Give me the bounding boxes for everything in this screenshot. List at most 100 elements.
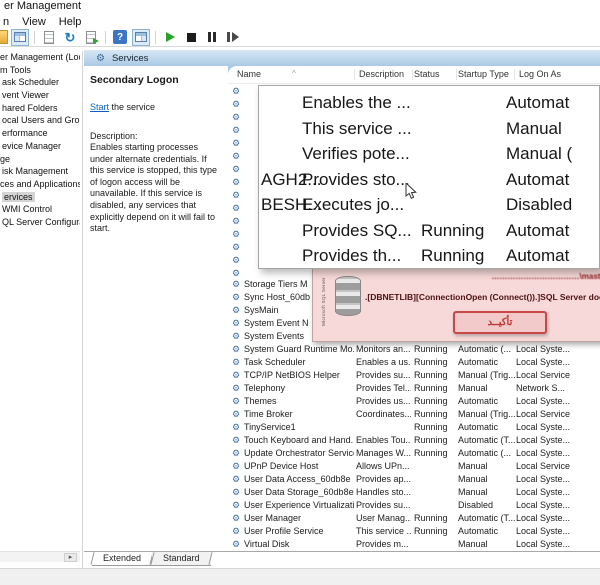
tree-item[interactable]: isk Management: [0, 165, 80, 178]
tree-item[interactable]: WMI Control: [0, 203, 80, 216]
service-gear-icon: ⚙: [232, 383, 241, 393]
tree-item[interactable]: ask Scheduler: [0, 76, 80, 89]
service-description-cell: Provides su...: [356, 370, 411, 380]
menu-item[interactable]: n: [3, 16, 9, 28]
confirm-button[interactable]: تأكيــد: [453, 311, 547, 334]
service-status-cell: Running: [414, 448, 448, 458]
tree-item[interactable]: erformance: [0, 127, 80, 140]
service-startup-cell: Automatic: [458, 422, 499, 432]
status-bar: [0, 568, 600, 585]
pane-splitter[interactable]: [82, 51, 83, 568]
column-header-startup-type[interactable]: Startup Type: [458, 69, 509, 79]
service-gear-icon: ⚙: [232, 474, 241, 484]
refresh-button[interactable]: ↻: [61, 29, 79, 46]
service-description-cell: Coordinates...: [356, 409, 411, 419]
service-logon-cell: Local Syste...: [516, 513, 571, 523]
service-row[interactable]: ⚙ Task Scheduler Enables a us... Running…: [228, 356, 600, 369]
service-gear-icon: ⚙: [232, 86, 241, 96]
menu-item[interactable]: Help: [59, 16, 82, 28]
service-row[interactable]: ⚙ User Experience Virtualizati... Provid…: [228, 499, 600, 512]
service-row[interactable]: ⚙ Time Broker Coordinates... Running Man…: [228, 408, 600, 421]
service-logon-cell: Local Syste...: [516, 487, 571, 497]
magnified-service-row: Provides th... Running Automat: [259, 243, 599, 268]
service-row[interactable]: ⚙ Themes Provides us... Running Automati…: [228, 395, 600, 408]
service-gear-icon: ⚙: [232, 177, 241, 187]
service-row[interactable]: ⚙ UPnP Device Host Allows UPn... Manual …: [228, 460, 600, 473]
service-name-cell: TinyService1: [244, 422, 296, 432]
service-row[interactable]: ⚙ User Data Storage_60db8e Handles sto..…: [228, 486, 600, 499]
service-row[interactable]: ⚙ Touch Keyboard and Hand... Enables Tou…: [228, 434, 600, 447]
tree-horizontal-scrollbar[interactable]: ▸: [0, 551, 80, 562]
tree-item[interactable]: hared Folders: [0, 102, 80, 115]
connection-string-text: ……………………………\master: [491, 272, 600, 281]
service-name-cell: Touch Keyboard and Hand...: [244, 435, 354, 445]
refresh-icon: ↻: [64, 29, 76, 45]
tree-item[interactable]: ge: [0, 153, 80, 166]
service-name-cell: User Data Access_60db8e: [244, 474, 351, 484]
console-tree: er Management (Localm Toolsask Scheduler…: [0, 51, 80, 551]
service-gear-icon: ⚙: [232, 203, 241, 213]
action-line-rest: the service: [109, 102, 156, 112]
service-row[interactable]: ⚙ System Guard Runtime Mo... Monitors an…: [228, 343, 600, 356]
tree-item[interactable]: QL Server Configuratio: [0, 216, 80, 229]
service-row[interactable]: ⚙ Virtual Disk Provides m... Manual Loca…: [228, 538, 600, 551]
column-header-log-on-as[interactable]: Log On As: [519, 69, 561, 79]
service-name-cell: Virtual Disk: [244, 539, 290, 549]
service-row[interactable]: ⚙ Update Orchestrator Service Manages W.…: [228, 447, 600, 460]
service-name-cell: Themes: [244, 396, 277, 406]
show-action-pane-button[interactable]: [132, 28, 150, 46]
selected-service-name: Secondary Logon: [90, 74, 179, 86]
magnified-description: Enables the ...: [302, 93, 411, 112]
service-row[interactable]: ⚙ TinyService1 Running Automatic Local S…: [228, 421, 600, 434]
scroll-right-button[interactable]: ▸: [64, 553, 77, 562]
service-description-cell: Enables a us...: [356, 357, 411, 367]
caption-title: Services: [111, 52, 149, 64]
pause-service-button[interactable]: [203, 29, 221, 46]
service-gear-icon: ⚙: [232, 216, 241, 226]
service-row[interactable]: ⚙ User Data Access_60db8e Provides ap...…: [228, 473, 600, 486]
description-label: Description:: [90, 131, 138, 141]
show-console-tree-button[interactable]: [11, 28, 29, 46]
service-status-cell: Running: [414, 396, 448, 406]
service-name-cell: Telephony: [244, 383, 286, 393]
action-pane-icon: [135, 32, 147, 42]
tree-item[interactable]: ocal Users and Groups: [0, 114, 80, 127]
service-name-cell: UPnP Device Host: [244, 461, 319, 471]
column-header-description[interactable]: Description: [359, 69, 404, 79]
export-list-button[interactable]: [40, 29, 58, 46]
tree-item[interactable]: ervices: [0, 191, 80, 204]
column-header-status[interactable]: Status: [414, 69, 440, 79]
magnified-description: Provides sto...: [302, 169, 410, 189]
restart-icon: [227, 32, 239, 42]
start-service-link[interactable]: Start: [90, 102, 109, 112]
column-header-name[interactable]: Name: [237, 69, 261, 79]
service-logon-cell: Local Syste...: [516, 500, 571, 510]
tree-item[interactable]: evice Manager: [0, 140, 80, 153]
service-startup-cell: Automatic: [458, 357, 499, 367]
service-row[interactable]: ⚙ User Profile Service This service ... …: [228, 525, 600, 538]
magnified-service-row: AGH2... Provides sto... Automat: [259, 167, 599, 193]
service-gear-icon: ⚙: [232, 255, 241, 265]
magnified-service-row: Enables the ... Automat: [259, 90, 599, 116]
service-row[interactable]: ⚙ TCP/IP NetBIOS Helper Provides su... R…: [228, 369, 600, 382]
view-tab[interactable]: Standard: [152, 552, 211, 566]
service-row[interactable]: ⚙ Telephony Provides Tel... Running Manu…: [228, 382, 600, 395]
tree-item[interactable]: ces and Applications: [0, 178, 80, 191]
view-tabs: Extended Standard: [84, 551, 600, 568]
tree-item[interactable]: vent Viewer: [0, 89, 80, 102]
help-icon: ?: [113, 30, 127, 44]
tree-item[interactable]: er Management (Local: [0, 51, 80, 64]
tree-item[interactable]: m Tools: [0, 64, 80, 77]
service-gear-icon: ⚙: [232, 448, 241, 458]
view-tab[interactable]: Extended: [92, 552, 153, 566]
export-button[interactable]: [82, 29, 100, 46]
help-button[interactable]: ?: [111, 29, 129, 46]
stop-service-button[interactable]: [182, 29, 200, 46]
service-gear-icon: ⚙: [232, 318, 241, 328]
start-service-button[interactable]: [161, 29, 179, 46]
service-action-line: Start the service: [90, 102, 222, 112]
magnified-startup: Automat: [506, 246, 570, 265]
menu-item[interactable]: View: [22, 16, 46, 28]
restart-service-button[interactable]: [224, 29, 242, 46]
service-row[interactable]: ⚙ User Manager User Manag... Running Aut…: [228, 512, 600, 525]
